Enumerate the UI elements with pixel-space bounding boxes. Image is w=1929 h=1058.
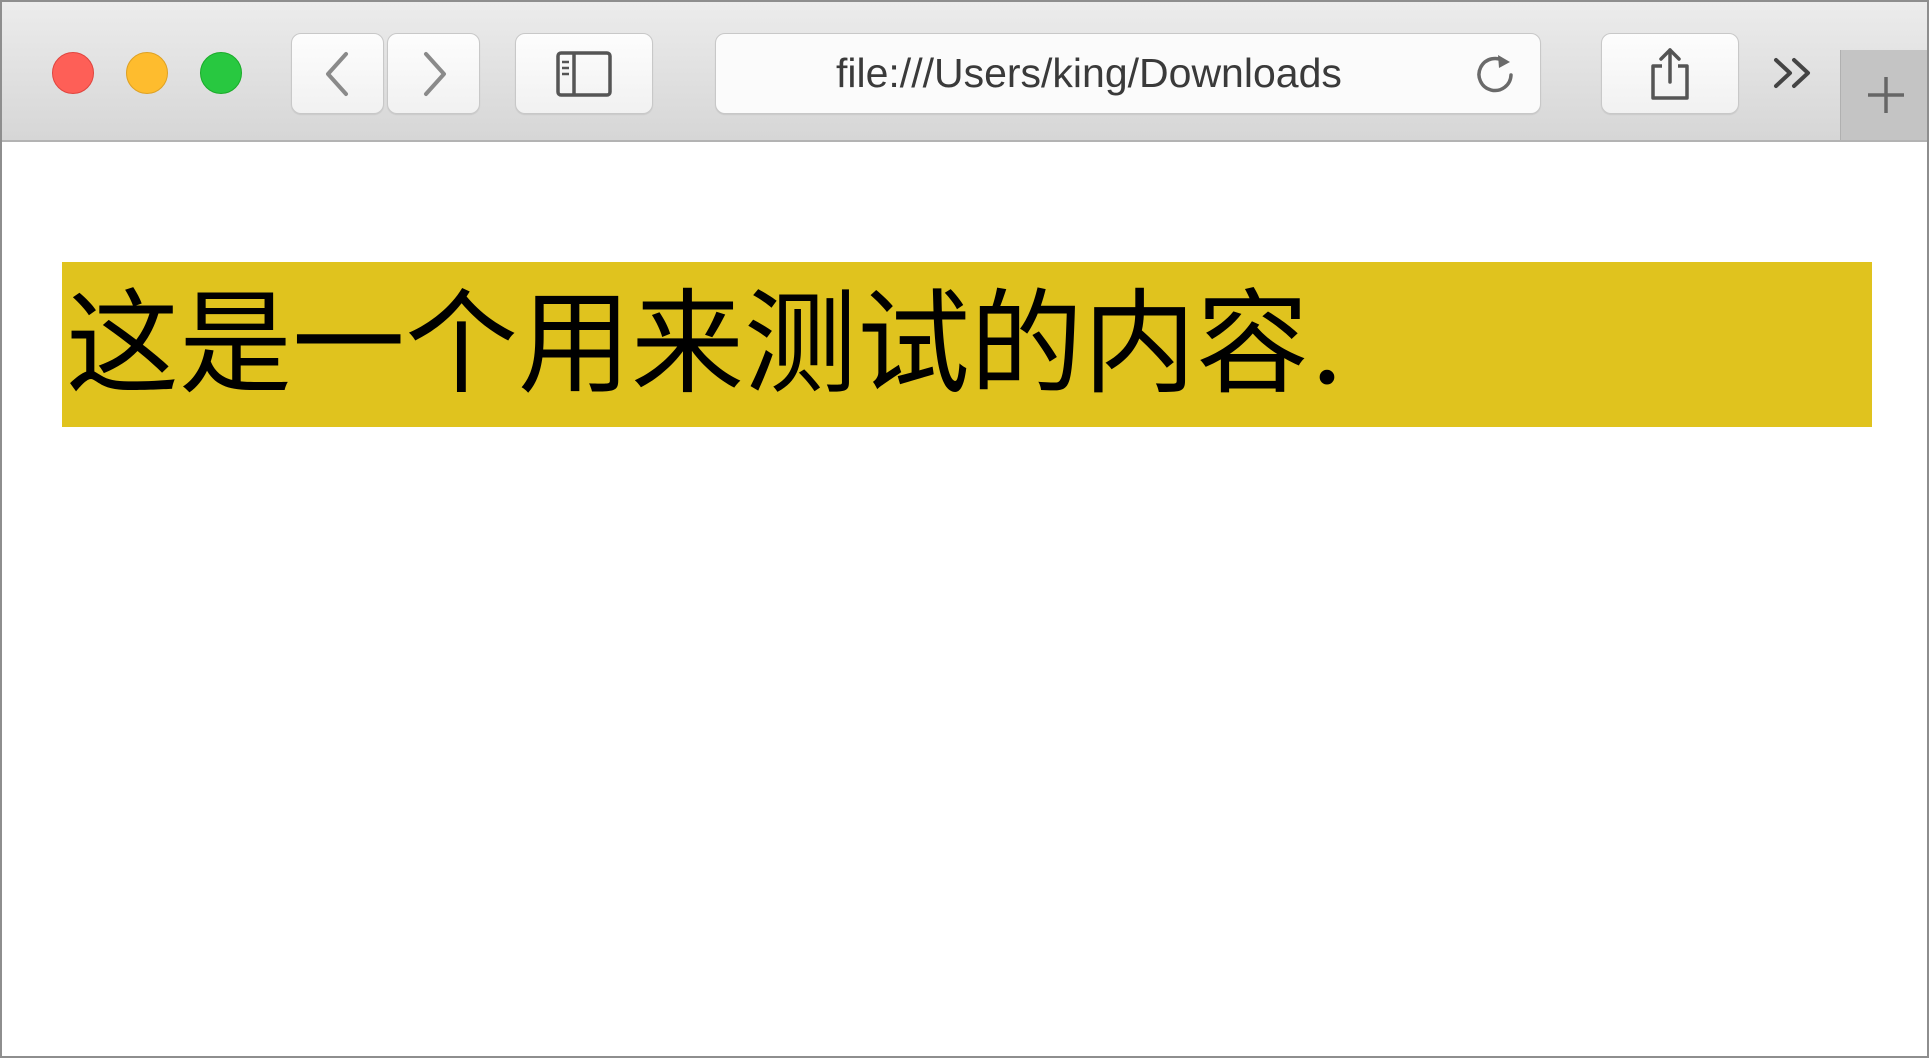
back-button[interactable]: [291, 33, 384, 114]
reload-icon[interactable]: [1472, 52, 1518, 98]
share-button[interactable]: [1601, 33, 1739, 114]
page-content: 这是一个用来测试的内容.: [2, 142, 1927, 1056]
share-icon: [1651, 47, 1689, 100]
address-bar[interactable]: file:///Users/king/Downloads: [715, 33, 1541, 114]
sidebar-toggle-button[interactable]: [515, 33, 653, 114]
highlighted-content-block: 这是一个用来测试的内容.: [62, 262, 1872, 427]
content-text: 这是一个用来测试的内容.: [66, 278, 1345, 410]
browser-window: file:///Users/king/Downloads 这是一个用来测试的内容…: [0, 0, 1929, 1058]
browser-toolbar: file:///Users/king/Downloads: [2, 2, 1927, 142]
forward-button[interactable]: [387, 33, 480, 114]
sidebar-icon: [556, 50, 612, 97]
chevron-left-icon: [325, 51, 348, 96]
chevron-right-icon: [423, 51, 446, 96]
minimize-window-button[interactable]: [126, 52, 168, 94]
new-tab-button[interactable]: [1840, 50, 1927, 140]
plus-icon: [1868, 77, 1904, 113]
chevron-double-right-icon[interactable]: [1770, 52, 1818, 94]
url-text: file:///Users/king/Downloads: [836, 50, 1342, 96]
close-window-button[interactable]: [52, 52, 94, 94]
maximize-window-button[interactable]: [200, 52, 242, 94]
